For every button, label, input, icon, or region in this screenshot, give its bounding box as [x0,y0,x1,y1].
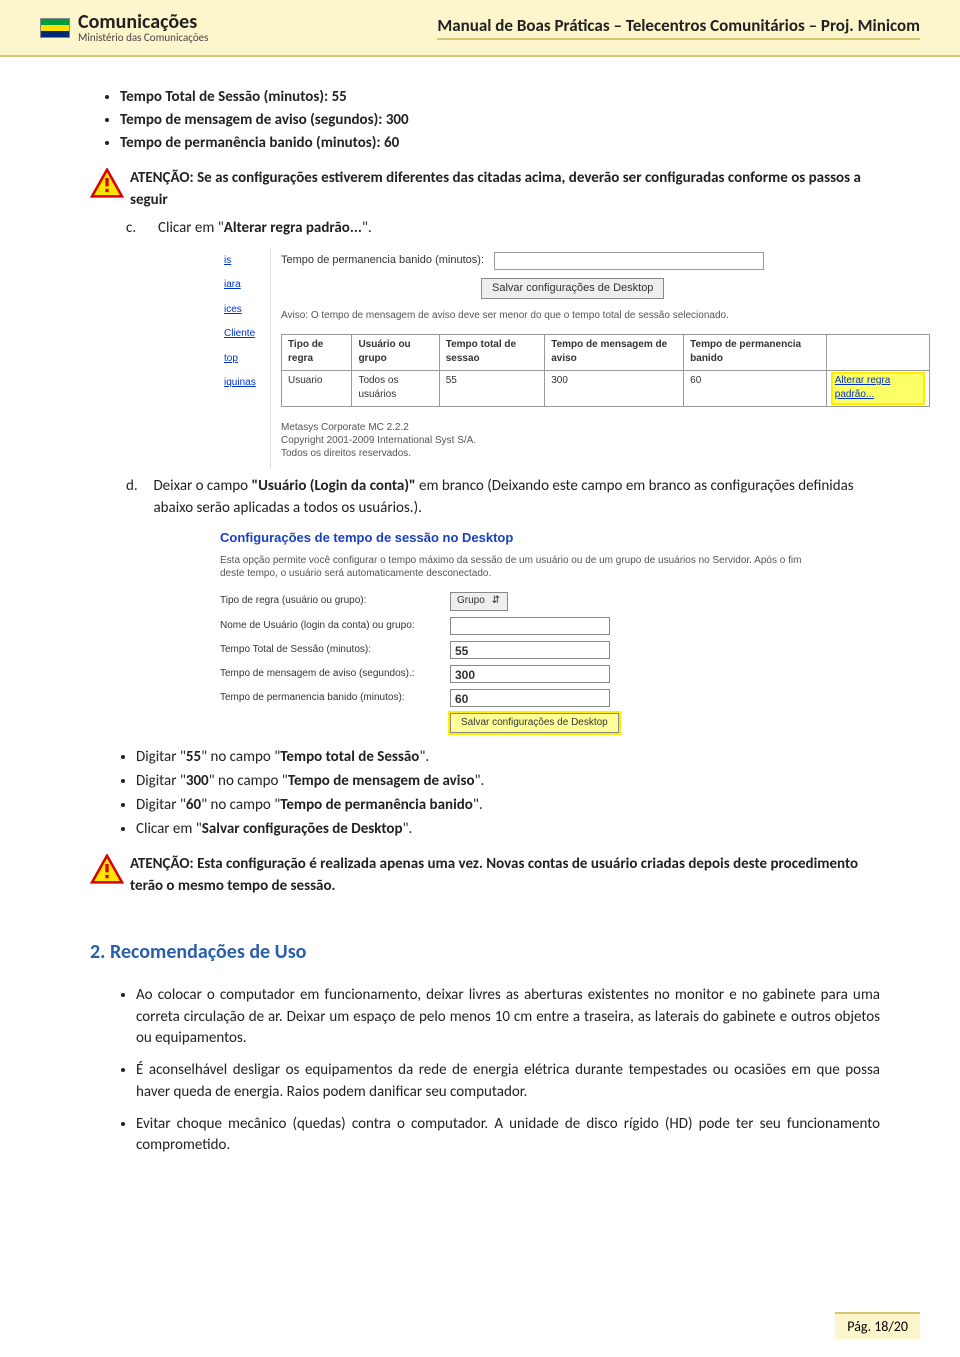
list-item: Digitar "60" no campo "Tempo de permanên… [136,795,880,817]
step-letter: c. [126,218,144,240]
list-item: Tempo de permanência banido (minutos): 6… [120,133,880,155]
logo: Comunicações Ministério das Comunicações [40,12,208,43]
step-d: d. Deixar o campo "Usuário (Login da con… [126,476,880,520]
screenshot-rules-table: is iara ices Cliente top iquinas Tempo d… [220,248,940,468]
alterar-regra-link[interactable]: Alterar regra padrão... [833,374,923,403]
usuario-login-input[interactable] [450,617,610,635]
field-label: Tempo de permanencia banido (minutos): [220,691,450,706]
aviso-text: Aviso: O tempo de mensagem de aviso deve… [281,309,930,324]
tempo-banido-input[interactable]: 60 [450,689,610,707]
list-item: É aconselhável desligar os equipamentos … [136,1060,880,1104]
screenshot-footer: Metasys Corporate MC 2.2.2 Copyright 200… [281,421,930,460]
screenshot-config-form: Configurações de tempo de sessão no Desk… [220,529,820,733]
list-item: Evitar choque mecânico (quedas) contra o… [136,1114,880,1158]
banido-input[interactable] [494,252,764,270]
settings-bullets: Tempo Total de Sessão (minutos): 55 Temp… [120,87,880,154]
field-label: Tipo de regra (usuário ou grupo): [220,594,450,609]
col-header: Tempo de permanencia banido [684,334,827,370]
section-heading-2: 2. Recomendações de Uso [90,938,880,967]
col-header: Tempo total de sessao [439,334,545,370]
attention-block-2: ATENÇÃO: Esta configuração é realizada a… [90,854,880,898]
field-label: Tempo de permanencia banido (minutos): [281,253,484,269]
table-row: Usuario Todos os usuários 55 300 60 Alte… [282,370,930,406]
list-item: Ao colocar o computador em funcionamento… [136,985,880,1050]
logo-title: Comunicações [78,12,208,32]
save-desktop-button[interactable]: Salvar configurações de Desktop [481,278,664,300]
col-header: Usuário ou grupo [352,334,439,370]
attention-label: ATENÇÃO: [130,855,194,873]
field-label: Tempo Total de Sessão (minutos): [220,643,450,658]
attention-text: Esta configuração é realizada apenas uma… [130,855,858,895]
save-desktop-button-highlighted[interactable]: Salvar configurações de Desktop [450,713,619,734]
step-letter: d. [126,476,139,520]
recommendation-bullets: Ao colocar o computador em funcionamento… [136,985,880,1157]
page-number: Pág. 18/20 [835,1312,920,1339]
list-item: Digitar "55" no campo "Tempo total de Se… [136,747,880,769]
list-item: Tempo Total de Sessão (minutos): 55 [120,87,880,109]
list-item: Clicar em "Salvar configurações de Deskt… [136,819,880,841]
page-header: Comunicações Ministério das Comunicações… [0,0,960,57]
brazil-flag-icon [40,18,70,38]
list-item: Tempo de mensagem de aviso (segundos): 3… [120,110,880,132]
step-c: c. Clicar em "Alterar regra padrão...". [126,218,880,240]
list-item: Digitar "300" no campo "Tempo de mensage… [136,771,880,793]
instruction-bullets: Digitar "55" no campo "Tempo total de Se… [136,747,880,840]
tempo-total-input[interactable]: 55 [450,641,610,659]
attention-block-1: ATENÇÃO: Se as configurações estiverem d… [90,168,880,212]
warning-icon [90,854,124,884]
warning-icon [90,168,124,198]
form-title: Configurações de tempo de sessão no Desk… [220,529,820,548]
rules-table: Tipo de regra Usuário ou grupo Tempo tot… [281,334,930,407]
chevron-updown-icon: ⇵ [491,594,501,609]
tipo-regra-select[interactable]: Grupo⇵ [450,592,508,611]
attention-text: Se as configurações estiverem diferentes… [130,169,861,209]
logo-subtitle: Ministério das Comunicações [78,32,208,43]
screenshot-sidebar-fragment: is iara ices Cliente top iquinas [220,248,270,468]
document-title: Manual de Boas Práticas – Telecentros Co… [437,15,920,40]
col-header: Tempo de mensagem de aviso [545,334,684,370]
col-header: Tipo de regra [282,334,352,370]
attention-label: ATENÇÃO: [130,169,194,187]
field-label: Tempo de mensagem de aviso (segundos).: [220,667,450,682]
form-description: Esta opção permite você configurar o tem… [220,554,820,580]
col-header [826,334,929,370]
tempo-aviso-input[interactable]: 300 [450,665,610,683]
field-label: Nome de Usuário (login da conta) ou grup… [220,619,450,634]
